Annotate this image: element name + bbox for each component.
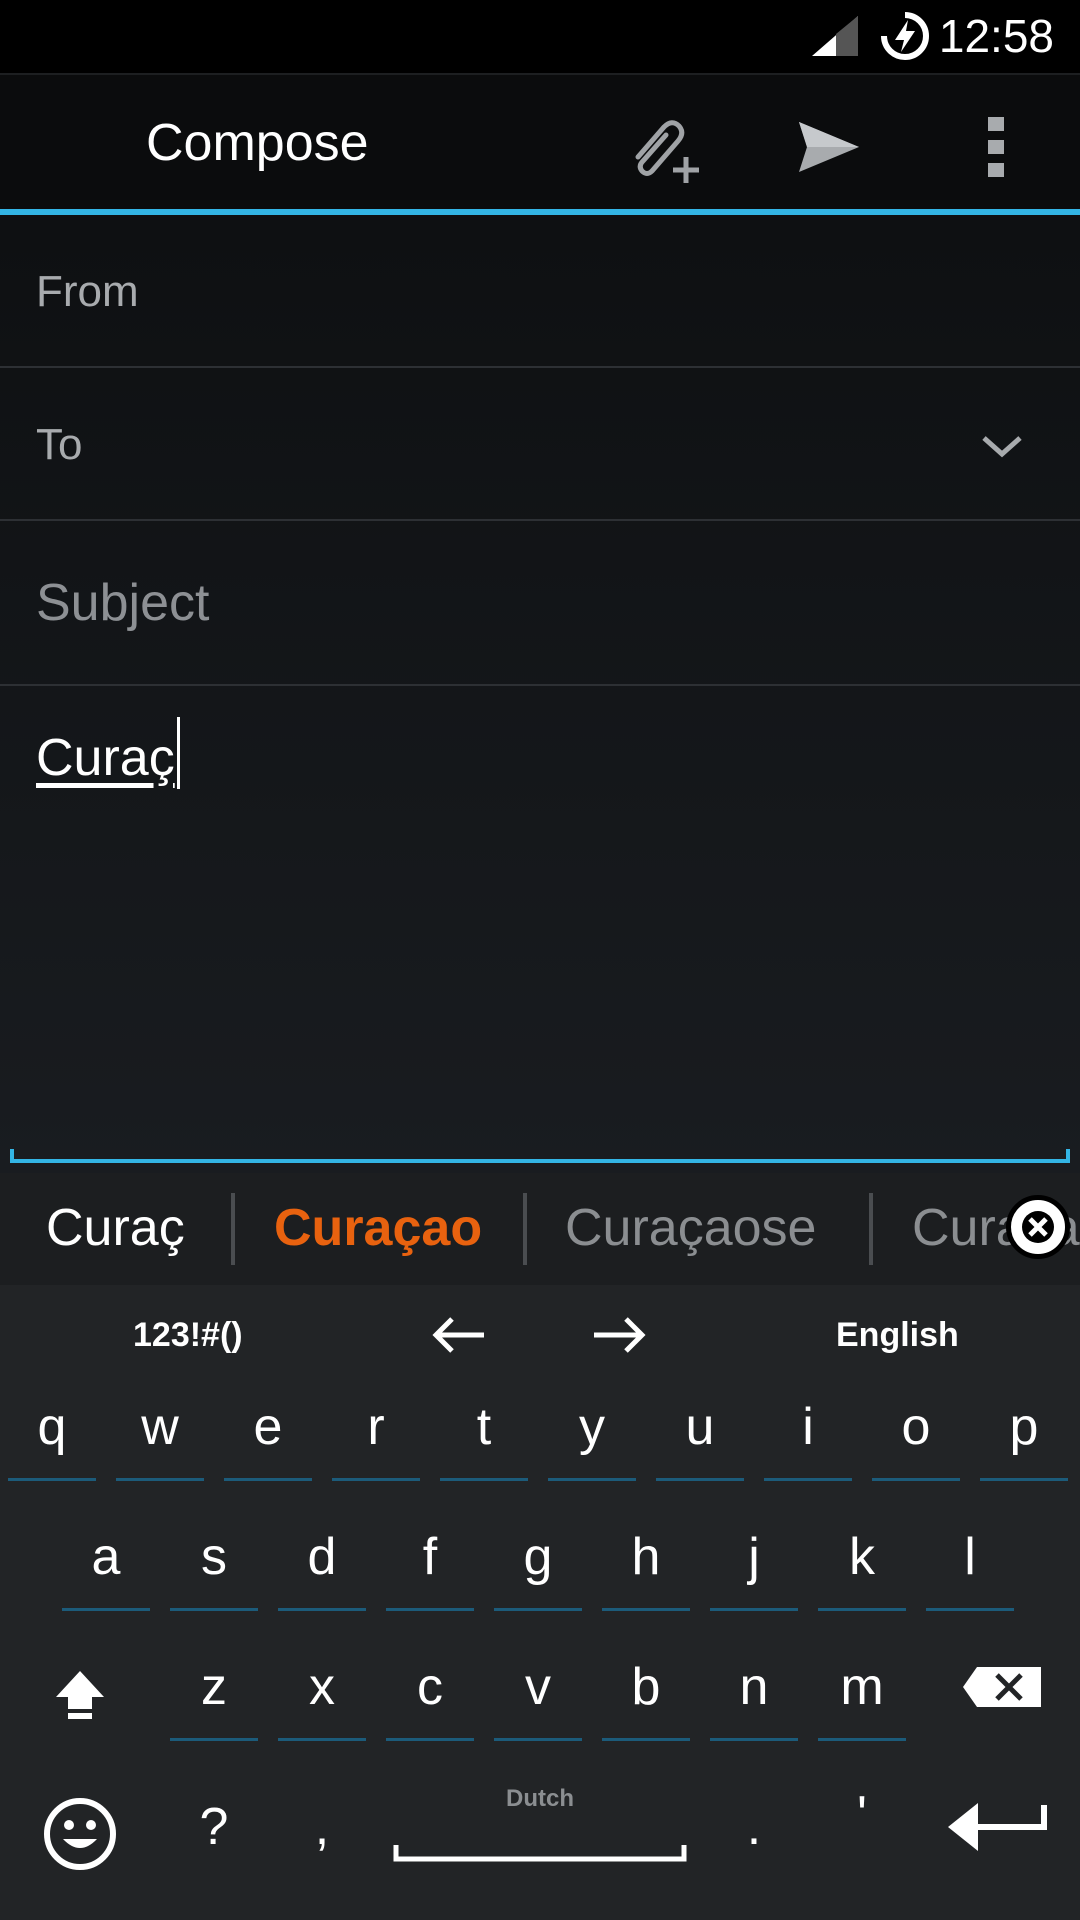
- key-l[interactable]: l: [922, 1515, 1018, 1615]
- space-bar-icon: [393, 1845, 687, 1862]
- text-cursor: [176, 717, 180, 789]
- message-body-underline: [10, 1149, 1070, 1163]
- keyboard-tools-row: 123!#() English: [0, 1285, 1080, 1385]
- action-bar: Compose: [0, 73, 1080, 211]
- close-suggestions-button[interactable]: [1006, 1195, 1070, 1259]
- key-k[interactable]: k: [814, 1515, 910, 1615]
- key-y[interactable]: y: [544, 1385, 640, 1485]
- key-b[interactable]: b: [598, 1645, 694, 1745]
- backspace-icon: [963, 1667, 1041, 1707]
- key-e[interactable]: e: [220, 1385, 316, 1485]
- key-h[interactable]: h: [598, 1515, 694, 1615]
- suggestion-separator: [869, 1193, 873, 1265]
- close-icon: [1022, 1211, 1054, 1243]
- message-body[interactable]: Curaç: [36, 717, 180, 789]
- key-g[interactable]: g: [490, 1515, 586, 1615]
- key-n[interactable]: n: [706, 1645, 802, 1745]
- suggestion-alt[interactable]: Curaçaose: [565, 1197, 816, 1259]
- signal-icon: [812, 16, 858, 56]
- key-t[interactable]: t: [436, 1385, 532, 1485]
- attach-icon: [635, 120, 699, 183]
- key-x[interactable]: x: [274, 1645, 370, 1745]
- to-field[interactable]: To: [0, 368, 1080, 521]
- overflow-menu-icon: [988, 117, 1004, 177]
- shift-key[interactable]: [32, 1645, 128, 1745]
- smiley-icon: [44, 1798, 116, 1870]
- space-language-label: Dutch: [506, 1785, 574, 1812]
- key-v[interactable]: v: [490, 1645, 586, 1745]
- enter-icon: [948, 1803, 1047, 1851]
- enter-key[interactable]: [942, 1773, 1052, 1873]
- symbols-key[interactable]: 123!#(): [133, 1313, 243, 1357]
- key-u[interactable]: u: [652, 1385, 748, 1485]
- from-label: From: [36, 267, 139, 316]
- shift-icon: [56, 1671, 104, 1719]
- backspace-key[interactable]: [952, 1645, 1052, 1745]
- emoji-key[interactable]: [30, 1773, 130, 1873]
- attach-button[interactable]: [618, 105, 702, 189]
- key-z[interactable]: z: [166, 1645, 262, 1745]
- key-period[interactable]: .: [706, 1785, 802, 1885]
- battery-charging-icon: [880, 11, 929, 60]
- key-comma[interactable]: ,: [274, 1785, 370, 1885]
- overflow-menu-button[interactable]: [954, 105, 1038, 189]
- subject-placeholder: Subject: [36, 574, 210, 632]
- key-a[interactable]: a: [58, 1515, 154, 1615]
- key-i[interactable]: i: [760, 1385, 856, 1485]
- key-s[interactable]: s: [166, 1515, 262, 1615]
- page-title: Compose: [146, 114, 369, 172]
- key-question[interactable]: ?: [166, 1785, 262, 1885]
- suggestion-best[interactable]: Curaçao: [274, 1197, 482, 1259]
- from-field[interactable]: From: [0, 215, 1080, 368]
- space-key[interactable]: Dutch: [392, 1785, 688, 1885]
- key-j[interactable]: j: [706, 1515, 802, 1615]
- key-f[interactable]: f: [382, 1515, 478, 1615]
- arrow-right-icon[interactable]: [592, 1315, 648, 1355]
- key-r[interactable]: r: [328, 1385, 424, 1485]
- message-body-text: Curaç: [36, 729, 175, 787]
- status-bar: 12:58: [0, 0, 1080, 73]
- key-d[interactable]: d: [274, 1515, 370, 1615]
- key-w[interactable]: w: [112, 1385, 208, 1485]
- arrow-left-icon[interactable]: [430, 1315, 486, 1355]
- key-m[interactable]: m: [814, 1645, 910, 1745]
- key-q[interactable]: q: [4, 1385, 100, 1485]
- suggestion-separator: [523, 1193, 527, 1265]
- status-time: 12:58: [938, 10, 1054, 62]
- suggestion-strip: Curaç Curaçao Curaçaose Curaçao's: [0, 1173, 1080, 1285]
- suggestion-separator: [231, 1193, 235, 1265]
- send-icon: [799, 122, 859, 172]
- compose-form: From To Subject Curaç: [0, 215, 1080, 1173]
- language-key[interactable]: English: [836, 1313, 959, 1357]
- key-c[interactable]: c: [382, 1645, 478, 1745]
- key-p[interactable]: p: [976, 1385, 1072, 1485]
- to-label: To: [36, 420, 83, 469]
- soft-keyboard: Curaç Curaçao Curaçaose Curaçao's 123!#(…: [0, 1173, 1080, 1920]
- key-o[interactable]: o: [868, 1385, 964, 1485]
- suggestion-typed[interactable]: Curaç: [46, 1197, 185, 1259]
- send-button[interactable]: [786, 105, 870, 189]
- key-apostrophe[interactable]: ': [814, 1773, 910, 1873]
- chevron-down-icon[interactable]: [980, 432, 1024, 460]
- subject-field[interactable]: Subject: [0, 521, 1080, 686]
